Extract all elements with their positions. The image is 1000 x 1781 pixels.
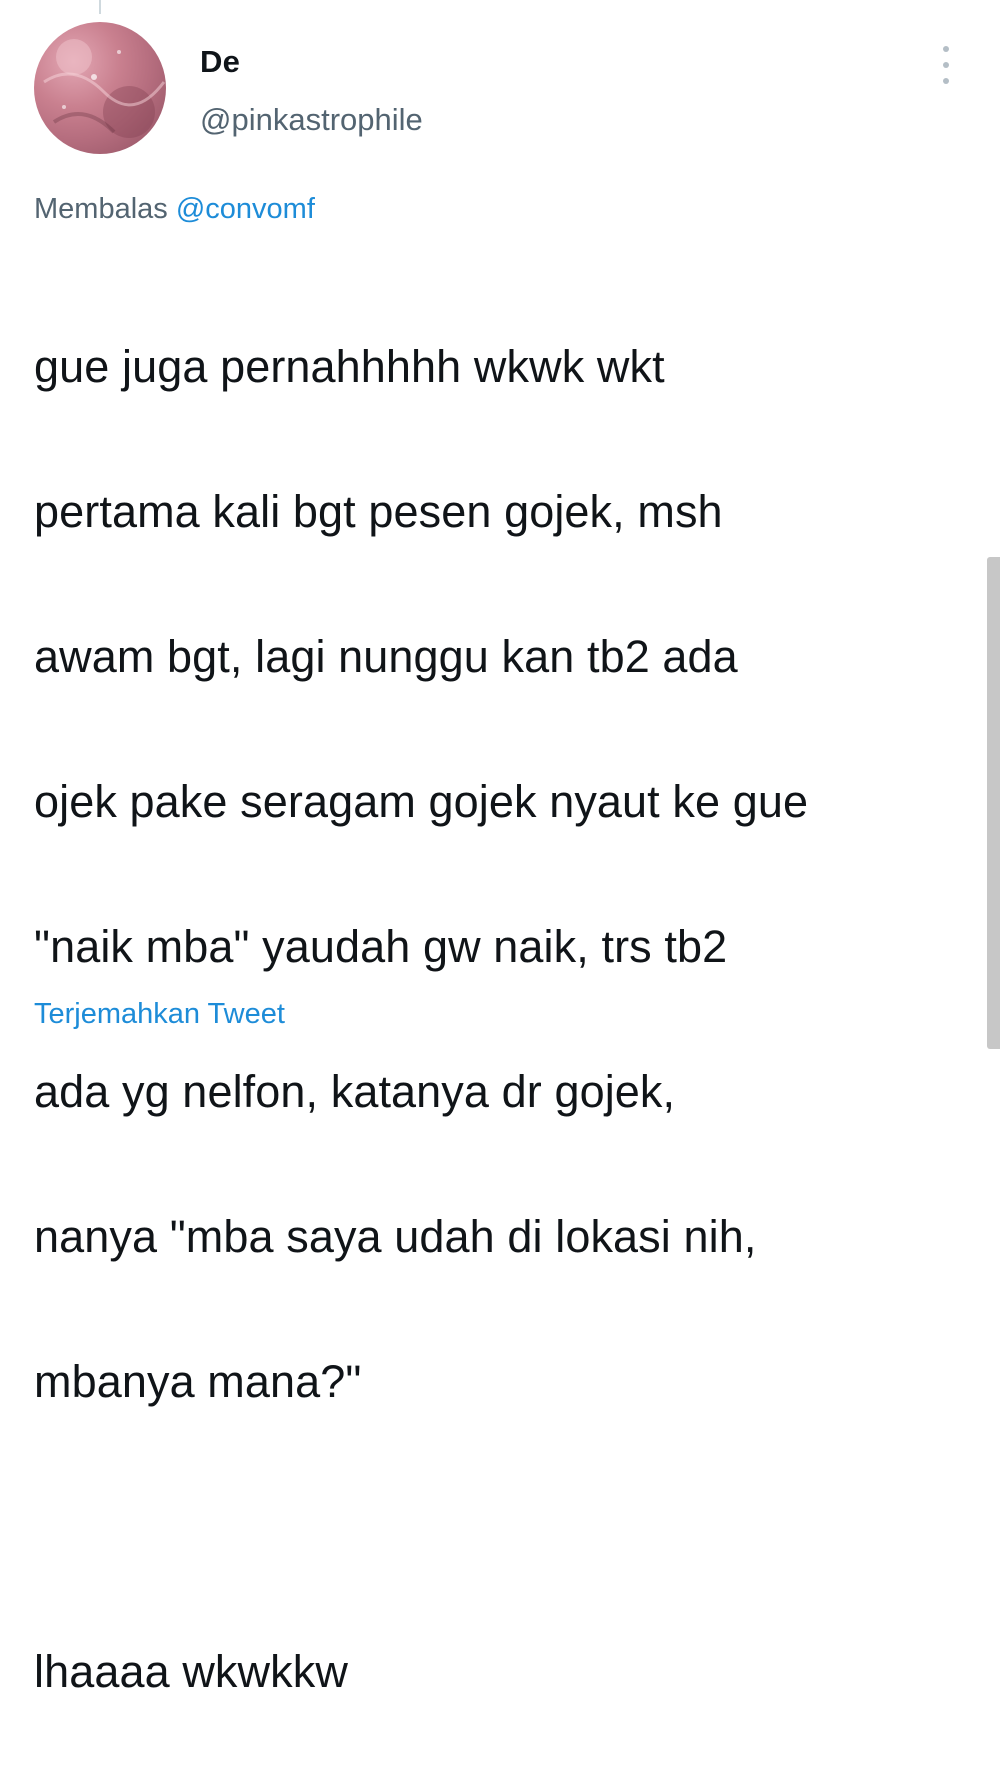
tweet-text-line: lhaaaa wkwkkw	[34, 1645, 348, 1697]
user-handle[interactable]: @pinkastrophile	[200, 102, 423, 138]
avatar-image	[43, 39, 166, 138]
tweet-text-line: gue juga pernahhhhh wkwk wkt	[34, 340, 665, 392]
tweet-text-line: awam bgt, lagi nunggu kan tb2 ada	[34, 630, 738, 682]
display-name[interactable]: De	[200, 44, 240, 80]
more-vertical-icon	[943, 46, 949, 52]
tweet-text-line: pertama kali bgt pesen gojek, msh	[34, 485, 723, 537]
translate-tweet-link[interactable]: Terjemahkan Tweet	[34, 998, 285, 1031]
reply-to-link[interactable]: @convomf	[176, 193, 315, 225]
tweet-text-line: nanya "mba saya udah di lokasi nih,	[34, 1210, 757, 1262]
tweet-text-blank-line	[34, 1491, 984, 1564]
replying-to: Membalas @convomf	[34, 193, 315, 226]
thread-connector-line	[99, 0, 101, 14]
more-vertical-icon-dot	[943, 78, 949, 84]
tweet-text-line: "naik mba" yaudah gw naik, trs tb2	[34, 920, 728, 972]
more-options-button[interactable]	[928, 40, 964, 90]
reply-prefix: Membalas	[34, 193, 168, 225]
tweet-text-line: mbanya mana?"	[34, 1355, 362, 1407]
scrollbar[interactable]	[987, 557, 1000, 1049]
more-vertical-icon-dot	[943, 62, 949, 68]
avatar[interactable]	[34, 22, 166, 154]
tweet-text-line: ada yg nelfon, katanya dr gojek,	[34, 1065, 676, 1117]
tweet-text-line: ojek pake seragam gojek nyaut ke gue	[34, 775, 809, 827]
